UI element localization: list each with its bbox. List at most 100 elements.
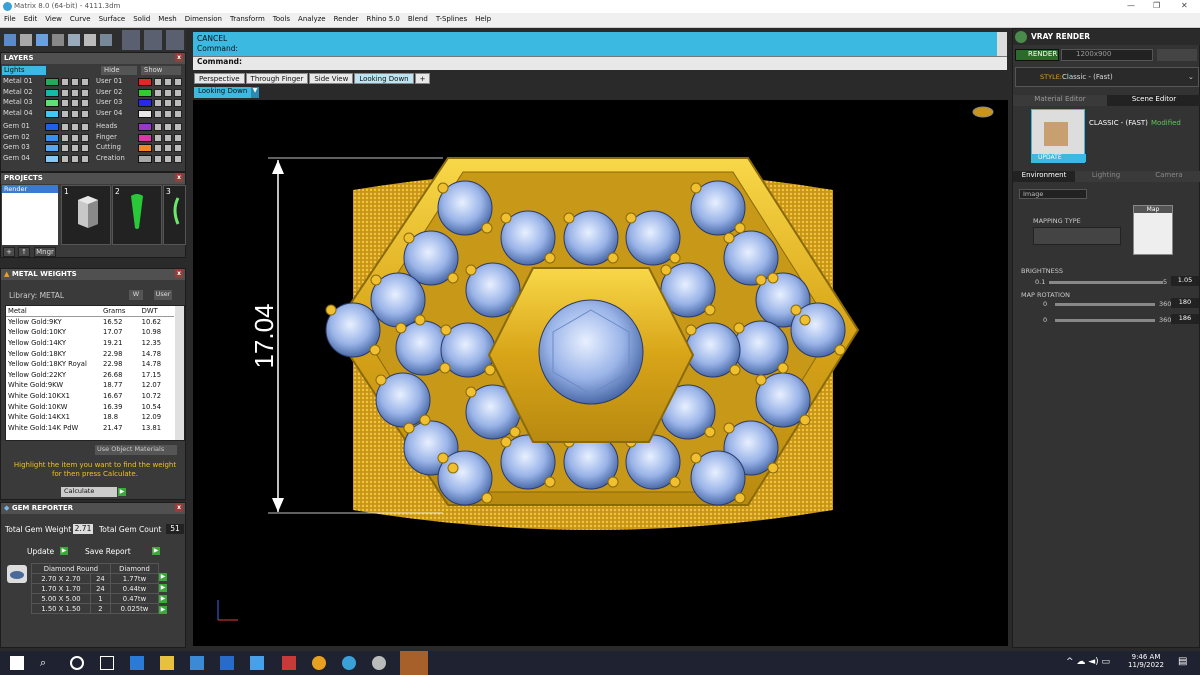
lock-icon[interactable] <box>164 144 172 152</box>
visibility-icon[interactable] <box>154 133 162 142</box>
tab-through-finger[interactable]: Through Finger <box>245 73 309 84</box>
lock-icon[interactable] <box>71 88 79 97</box>
select-icon[interactable] <box>81 109 89 118</box>
layer-color-swatch[interactable] <box>45 144 59 152</box>
menu-item-t-splines[interactable]: T-Splines <box>432 13 471 27</box>
close-icon[interactable]: x <box>175 503 183 512</box>
windows-start-icon[interactable] <box>10 656 24 670</box>
table-row[interactable]: White Gold:14K PdW 21.47 13.81 <box>6 423 174 434</box>
project-slot-1[interactable]: 1 <box>61 185 111 245</box>
lock-icon[interactable] <box>71 99 79 107</box>
metal-table-container[interactable]: Metal Grams DWT Yellow Gold:9KY 16.52 10.6… <box>5 305 185 441</box>
render-button[interactable]: RENDER <box>1015 49 1059 61</box>
table-row[interactable]: 1.50 X 1.50 2 0.025tw <box>31 603 160 614</box>
layer-color-swatch[interactable] <box>138 78 152 86</box>
chevron-down-icon[interactable]: ⌄ <box>1188 72 1194 81</box>
rotation1-value[interactable]: 180 <box>1171 298 1199 308</box>
layer-row[interactable]: Heads <box>94 122 186 132</box>
lock-icon[interactable] <box>164 123 172 131</box>
table-row[interactable]: Yellow Gold:18KY Royal 22.98 14.78 <box>6 359 174 370</box>
play-icon[interactable]: ▶ <box>159 606 167 614</box>
menu-item-solid[interactable]: Solid <box>129 13 154 27</box>
layer-row[interactable]: Gem 02 <box>1 133 93 143</box>
layer-row[interactable]: Finger <box>94 133 186 143</box>
visibility-icon[interactable] <box>61 123 69 131</box>
table-row[interactable]: White Gold:10KW 16.39 10.54 <box>6 401 174 412</box>
select-icon[interactable] <box>174 88 182 97</box>
toolbar-icon[interactable] <box>122 30 140 50</box>
menu-item-render[interactable]: Render <box>330 13 363 27</box>
menu-item-blend[interactable]: Blend <box>404 13 432 27</box>
tab-scene-editor[interactable]: Scene Editor <box>1107 95 1200 106</box>
select-icon[interactable] <box>81 99 89 107</box>
lock-icon[interactable] <box>164 78 172 86</box>
app-icon[interactable] <box>282 656 296 670</box>
rotation2-value[interactable]: 186 <box>1171 314 1199 324</box>
layer-row[interactable]: Creation <box>94 154 186 164</box>
lock-icon[interactable] <box>71 154 79 163</box>
menu-item-dimension[interactable]: Dimension <box>181 13 226 27</box>
close-icon[interactable]: x <box>175 53 183 62</box>
visibility-icon[interactable] <box>154 99 162 107</box>
command-area[interactable]: CANCEL Command: Command: <box>193 32 1007 70</box>
project-list[interactable]: Render <box>2 185 58 245</box>
play-icon[interactable]: ▶ <box>60 547 68 555</box>
close-icon[interactable]: ✕ <box>1181 1 1188 10</box>
edge-icon[interactable] <box>130 656 144 670</box>
select-icon[interactable] <box>81 154 89 163</box>
visibility-icon[interactable] <box>154 123 162 131</box>
lock-icon[interactable] <box>71 109 79 118</box>
rotation2-slider[interactable] <box>1055 319 1155 322</box>
preset-thumbnail[interactable]: UPDATE <box>1031 109 1086 163</box>
manager-button[interactable]: Mngr <box>34 247 56 257</box>
layer-color-swatch[interactable] <box>45 133 59 142</box>
layer-row[interactable]: User 04 <box>94 109 186 119</box>
visibility-icon[interactable] <box>61 109 69 118</box>
add-project-button[interactable]: + <box>3 247 15 257</box>
hide-button[interactable]: Hide <box>101 66 137 75</box>
active-app-icon[interactable] <box>400 651 428 675</box>
layer-color-swatch[interactable] <box>45 78 59 86</box>
layer-color-swatch[interactable] <box>45 123 59 131</box>
menu-item-surface[interactable]: Surface <box>95 13 130 27</box>
save-report-button[interactable]: Save Report <box>85 547 131 556</box>
calculate-button[interactable]: Calculate <box>61 487 117 497</box>
visibility-icon[interactable] <box>154 88 162 97</box>
view-widget-icon[interactable] <box>972 106 994 118</box>
select-icon[interactable] <box>81 88 89 97</box>
visibility-icon[interactable] <box>61 99 69 107</box>
scrollbar[interactable] <box>175 306 184 440</box>
tab-environment[interactable]: Environment <box>1013 171 1075 182</box>
select-icon[interactable] <box>81 78 89 86</box>
brightness-value[interactable]: 1.05 <box>1171 276 1199 286</box>
command-input[interactable]: Command: <box>193 56 1007 70</box>
matrix-icon[interactable] <box>342 656 356 670</box>
visibility-icon[interactable] <box>154 144 162 152</box>
visibility-icon[interactable] <box>61 78 69 86</box>
layer-row[interactable]: Metal 04 <box>1 109 93 119</box>
layer-row[interactable]: Metal 02 <box>1 88 93 98</box>
play-icon[interactable]: ▶ <box>159 573 167 581</box>
style-selector[interactable]: STYLE: Classic - (Fast) ⌄ <box>1015 67 1199 87</box>
menu-item-view[interactable]: View <box>41 13 66 27</box>
table-row[interactable]: 2.70 X 2.70 24 1.77tw <box>31 573 160 584</box>
table-row[interactable]: Yellow Gold:22KY 26.68 17.15 <box>6 370 174 381</box>
chrome-icon[interactable] <box>312 656 326 670</box>
layer-row[interactable]: User 02 <box>94 88 186 98</box>
show-button[interactable]: Show <box>141 66 181 75</box>
close-icon[interactable]: x <box>175 269 183 278</box>
menu-item-curve[interactable]: Curve <box>66 13 95 27</box>
select-icon[interactable] <box>174 109 182 118</box>
close-icon[interactable]: x <box>175 173 183 182</box>
visibility-icon[interactable] <box>61 88 69 97</box>
layer-color-swatch[interactable] <box>45 88 59 97</box>
layer-color-swatch[interactable] <box>138 99 152 107</box>
play-icon[interactable]: ▶ <box>159 595 167 603</box>
play-icon[interactable]: ▶ <box>152 547 160 555</box>
select-icon[interactable] <box>174 123 182 131</box>
update-button[interactable]: Update <box>27 547 54 556</box>
visibility-icon[interactable] <box>61 144 69 152</box>
map-thumbnail[interactable]: Map <box>1133 205 1173 255</box>
layer-row[interactable]: User 01 <box>94 77 186 87</box>
viewport[interactable]: 17.04 <box>193 100 1008 646</box>
